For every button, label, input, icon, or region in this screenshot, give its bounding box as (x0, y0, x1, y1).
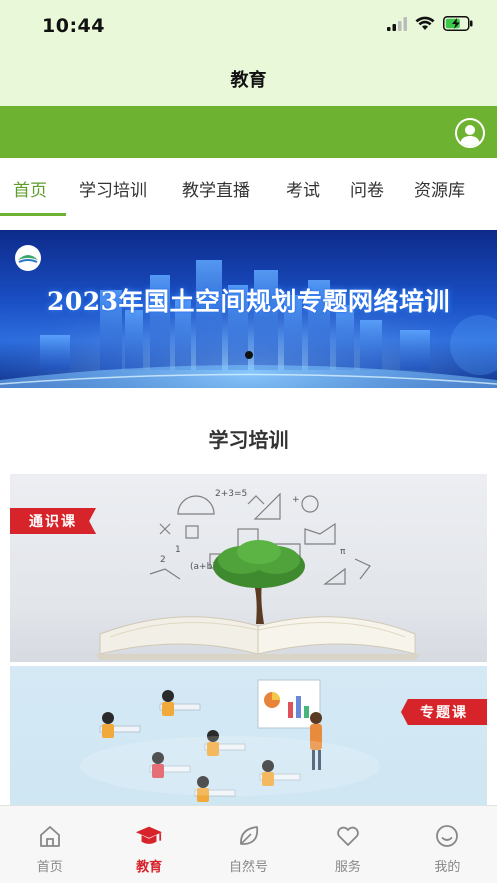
bottom-navigation-bar: 首页 教育 自然号 服务 我的 (0, 805, 497, 883)
carousel-indicator-dot[interactable] (245, 351, 253, 359)
nav-service[interactable]: 服务 (298, 806, 397, 883)
svg-text:2: 2 (160, 555, 166, 565)
active-tab-indicator (0, 213, 66, 216)
svg-text:(a+b): (a+b) (190, 562, 216, 572)
graduation-cap-icon (136, 826, 163, 844)
top-header-area: 10:44 教育 (0, 0, 497, 106)
heart-icon (337, 826, 359, 846)
banner-logo-icon (15, 245, 41, 271)
nav-education[interactable]: 教育 (99, 806, 198, 883)
nav-education-label: 教育 (136, 860, 163, 875)
open-book-tree-illustration: 2+3=5 + 1 (a+b) 2 π (95, 489, 420, 660)
tab-live-teaching[interactable]: 教学直播 (182, 158, 250, 218)
promo-banner[interactable]: 2023年国土空间规划专题网络培训 (0, 230, 497, 388)
cellular-signal-icon (387, 16, 407, 31)
status-time: 10:44 (42, 15, 105, 37)
nav-home[interactable]: 首页 (0, 806, 99, 883)
leaf-icon (239, 826, 258, 845)
status-bar: 10:44 (0, 0, 497, 50)
tab-home[interactable]: 首页 (13, 158, 47, 218)
svg-text:2+3=5: 2+3=5 (215, 489, 247, 499)
nav-mine-label: 我的 (434, 860, 461, 875)
topic-course-ribbon: 专题课 (401, 699, 487, 725)
nav-home-label: 首页 (36, 860, 63, 875)
green-header-bar (0, 106, 497, 158)
nav-nature[interactable]: 自然号 (199, 806, 298, 883)
smiley-icon (436, 825, 459, 847)
topic-course-card[interactable]: 专题课 (10, 666, 487, 806)
nav-service-label: 服务 (334, 860, 361, 875)
wifi-icon (415, 16, 435, 30)
tab-resource-library[interactable]: 资源库 (414, 158, 465, 218)
banner-title: 2023年国土空间规划专题网络培训 (46, 287, 451, 316)
top-tab-bar: 首页 学习培训 教学直播 考试 问卷 资源库 (0, 158, 497, 218)
svg-text:+: + (292, 495, 300, 505)
page-title: 教育 (230, 70, 267, 91)
nav-mine[interactable]: 我的 (398, 806, 497, 883)
user-avatar-icon (460, 125, 480, 146)
nav-nature-label: 自然号 (229, 860, 269, 875)
classroom-illustration (80, 679, 380, 802)
svg-text:π: π (340, 547, 346, 557)
user-profile-button[interactable] (455, 118, 485, 148)
home-icon (39, 826, 60, 847)
general-course-ribbon: 通识课 (10, 508, 96, 534)
tab-questionnaire[interactable]: 问卷 (350, 158, 384, 218)
tab-exam[interactable]: 考试 (286, 158, 320, 218)
battery-charging-icon (443, 16, 473, 31)
tab-study-training[interactable]: 学习培训 (79, 158, 147, 218)
status-icons (387, 16, 473, 31)
general-course-card[interactable]: 2+3=5 + 1 (a+b) 2 π 通识课 (10, 474, 487, 662)
svg-text:1: 1 (175, 545, 181, 555)
section-title: 学习培训 (208, 428, 289, 452)
